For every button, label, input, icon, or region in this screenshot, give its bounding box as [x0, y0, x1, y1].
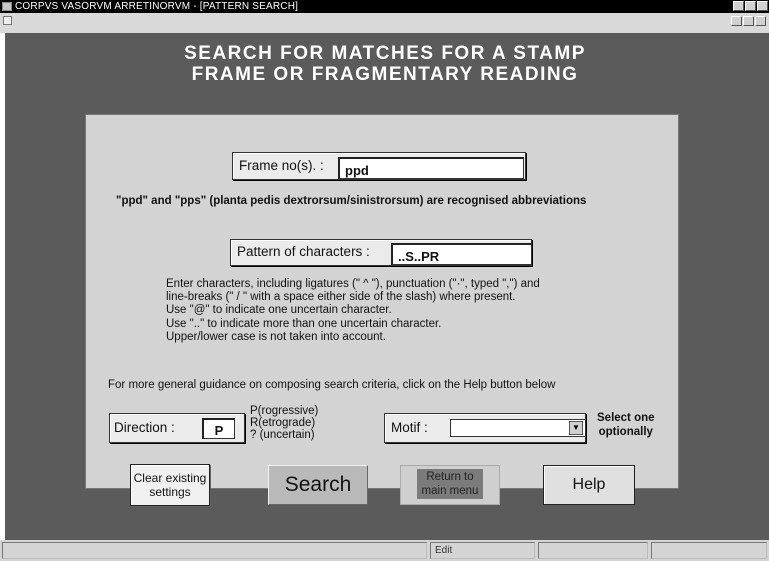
direction-input[interactable]: P: [202, 418, 235, 439]
minimize-icon[interactable]: [733, 1, 744, 11]
form-workspace: SEARCH FOR MATCHES FOR A STAMP FRAME OR …: [5, 33, 769, 540]
motif-label: Motif :: [391, 420, 428, 435]
title-bar: CORPVS VASORVM ARRETINORVM - [PATTERN SE…: [0, 0, 769, 13]
window-controls: [733, 1, 768, 11]
status-field-2: [651, 542, 767, 559]
doc-restore-icon[interactable]: [743, 16, 754, 26]
pattern-input[interactable]: ..S..PR: [391, 243, 532, 265]
chevron-down-icon[interactable]: ▼: [569, 421, 583, 435]
guidance-text: For more general guidance on composing s…: [108, 379, 556, 391]
app-icon[interactable]: [2, 2, 12, 11]
document-icon[interactable]: [3, 16, 12, 25]
pattern-instructions: Enter characters, including ligatures ("…: [166, 278, 540, 344]
restore-icon[interactable]: [745, 1, 756, 11]
clear-button-line-2: settings: [149, 485, 191, 499]
direction-label: Direction :: [114, 420, 175, 435]
document-controls: [731, 16, 766, 26]
return-main-menu-button[interactable]: Return to main menu: [400, 465, 500, 505]
direction-option-retrograde: R(etrograde): [250, 417, 316, 429]
instruction-line: line-breaks (" / " with a space either s…: [166, 291, 516, 304]
motif-select[interactable]: ▼: [450, 419, 586, 437]
close-icon[interactable]: [757, 1, 768, 11]
instruction-line: Upper/lower case is not taken into accou…: [166, 330, 386, 343]
pattern-label: Pattern of characters :: [237, 244, 370, 259]
page-title: SEARCH FOR MATCHES FOR A STAMP FRAME OR …: [5, 43, 765, 85]
return-button-face: Return to main menu: [417, 469, 483, 499]
motif-hint-line-2: optionally: [598, 426, 653, 438]
doc-minimize-icon[interactable]: [731, 16, 742, 26]
search-panel: Frame no(s). : ppd "ppd" and "pps" (plan…: [85, 114, 679, 506]
clear-settings-button[interactable]: Clear existing settings: [130, 464, 210, 506]
window-title: CORPVS VASORVM ARRETINORVM - [PATTERN SE…: [15, 1, 299, 12]
frame-input[interactable]: ppd: [338, 157, 524, 179]
instruction-line: Use "@" to indicate one uncertain charac…: [166, 304, 392, 317]
direction-options: P(rogressive) R(etrograde) ? (uncertain): [250, 405, 318, 441]
return-button-line-2: main menu: [421, 485, 479, 497]
instruction-line: Use ".." to indicate more than one uncer…: [166, 317, 442, 330]
motif-hint-line-1: Select one: [597, 412, 655, 424]
search-button[interactable]: Search: [268, 465, 368, 505]
frame-label: Frame no(s). :: [239, 158, 324, 173]
page-title-line-2: FRAME OR FRAGMENTARY READING: [191, 64, 579, 85]
status-bar: Edit: [0, 540, 769, 561]
status-mode: Edit: [430, 542, 535, 559]
instruction-line: Enter characters, including ligatures ("…: [166, 278, 540, 290]
status-field-1: [538, 542, 648, 559]
motif-hint: Select one optionally: [597, 411, 655, 439]
clear-button-line-1: Clear existing: [133, 471, 207, 485]
help-button[interactable]: Help: [543, 465, 635, 505]
document-bar: [0, 13, 769, 33]
status-message: [2, 542, 427, 559]
page-title-line-1: SEARCH FOR MATCHES FOR A STAMP: [184, 43, 586, 64]
direction-option-progressive: P(rogressive): [250, 405, 319, 417]
return-button-line-1: Return to: [426, 471, 474, 483]
doc-close-icon[interactable]: [755, 16, 766, 26]
frame-note: "ppd" and "pps" (planta pedis dextrorsum…: [116, 195, 587, 207]
direction-option-uncertain: ? (uncertain): [250, 429, 315, 441]
